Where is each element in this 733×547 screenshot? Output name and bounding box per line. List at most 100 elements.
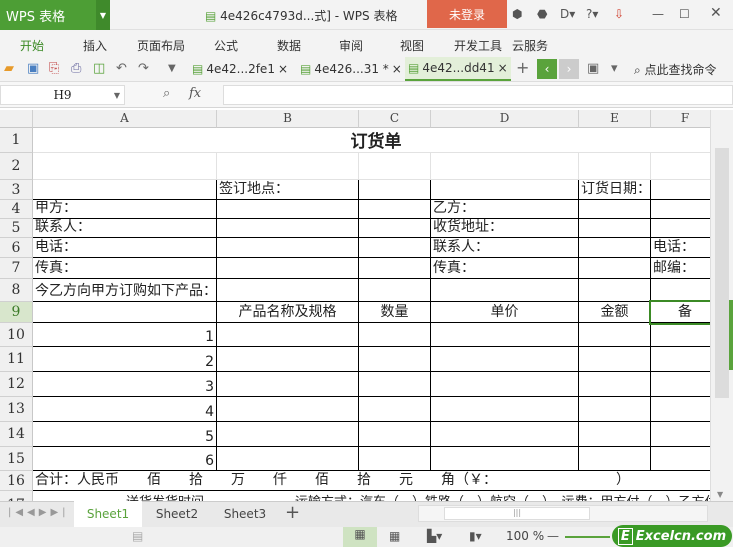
- cell[interactable]: 联系人：: [431, 238, 579, 258]
- print-icon[interactable]: ⎙: [71, 61, 81, 76]
- doc-tab-2[interactable]: ▤ 4e426...31 * ×: [297, 57, 405, 81]
- cell[interactable]: [217, 347, 359, 372]
- cell[interactable]: 3: [33, 372, 217, 397]
- tab-next-icon[interactable]: ›: [559, 59, 579, 79]
- cell[interactable]: 签订地点：: [217, 180, 359, 200]
- sheet-tab-1[interactable]: Sheet1: [74, 501, 142, 527]
- page-layout-icon[interactable]: ▙▾: [427, 529, 442, 543]
- page-break-view-icon[interactable]: ▦: [389, 529, 400, 543]
- add-sheet-icon[interactable]: +: [285, 502, 300, 523]
- cell[interactable]: [217, 258, 359, 279]
- wps-app-menu[interactable]: WPS 表格 ▼: [0, 0, 110, 30]
- cell[interactable]: [651, 279, 710, 302]
- title-cell[interactable]: 订货单: [33, 128, 710, 153]
- row-header-2[interactable]: 2: [0, 153, 33, 180]
- cell[interactable]: [579, 219, 651, 238]
- menu-0[interactable]: 开始: [20, 37, 44, 54]
- header-cell[interactable]: 产品名称及规格: [217, 302, 359, 323]
- cell[interactable]: [579, 372, 651, 397]
- sheet-tab-3[interactable]: Sheet3: [212, 501, 278, 527]
- cell[interactable]: [579, 323, 651, 347]
- formula-input[interactable]: [223, 85, 733, 105]
- sheet-tab-2[interactable]: Sheet2: [142, 501, 212, 527]
- cell[interactable]: [359, 153, 431, 180]
- cell[interactable]: 5: [33, 422, 217, 447]
- cell[interactable]: [359, 397, 431, 422]
- menu-8[interactable]: 云服务: [512, 37, 548, 54]
- present-icon[interactable]: ▣: [587, 61, 599, 76]
- redo-icon[interactable]: ↷: [138, 61, 149, 76]
- cell[interactable]: [359, 323, 431, 347]
- header-cell[interactable]: 数量: [359, 302, 431, 323]
- cell[interactable]: [431, 422, 579, 447]
- cell[interactable]: [579, 347, 651, 372]
- cell[interactable]: [431, 153, 579, 180]
- cell[interactable]: [579, 258, 651, 279]
- tab-prev-icon[interactable]: ‹: [537, 59, 557, 79]
- zoom-out-icon[interactable]: —: [547, 529, 559, 543]
- zoom-slider[interactable]: [565, 536, 610, 538]
- macro-icon[interactable]: ▤: [132, 529, 143, 543]
- total-cell[interactable]: 合计：人民币 佰 拾 万 仟 佰 拾 元 角（￥： ）: [33, 471, 710, 491]
- column-header-F[interactable]: F: [651, 110, 710, 128]
- row-header-1[interactable]: 1: [0, 128, 33, 153]
- cell[interactable]: [217, 153, 359, 180]
- menu-7[interactable]: 开发工具: [454, 37, 502, 54]
- cell[interactable]: [217, 397, 359, 422]
- minimize-icon[interactable]: —: [652, 7, 664, 21]
- tab-list-icon[interactable]: ▾: [611, 61, 618, 76]
- cell[interactable]: 4: [33, 397, 217, 422]
- export-pdf-icon[interactable]: ⎘: [49, 61, 59, 76]
- cell[interactable]: [579, 422, 651, 447]
- chevron-down-icon[interactable]: ▼: [96, 0, 110, 30]
- share-icon[interactable]: D▾: [560, 7, 575, 21]
- selected-cell-H9[interactable]: 备: [649, 300, 710, 325]
- menu-6[interactable]: 视图: [400, 37, 424, 54]
- cell[interactable]: [431, 397, 579, 422]
- header-cell[interactable]: 单价: [431, 302, 579, 323]
- column-header-E[interactable]: E: [579, 110, 651, 128]
- cell[interactable]: [579, 447, 651, 471]
- cell[interactable]: [217, 238, 359, 258]
- cell[interactable]: 订货日期：: [579, 180, 651, 200]
- row-header-14[interactable]: 14: [0, 422, 33, 447]
- normal-view-icon[interactable]: ▦: [343, 527, 377, 547]
- column-header-D[interactable]: D: [431, 110, 579, 128]
- cell[interactable]: [217, 447, 359, 471]
- cell[interactable]: 传真：: [33, 258, 217, 279]
- cell[interactable]: [359, 200, 431, 219]
- scroll-thumb[interactable]: |||: [444, 507, 590, 520]
- open-icon[interactable]: ▰: [4, 61, 14, 76]
- cell[interactable]: [359, 180, 431, 200]
- cell[interactable]: [431, 372, 579, 397]
- command-search[interactable]: ⌕ 点此查找命令: [634, 61, 717, 78]
- close-tab-icon[interactable]: ×: [392, 62, 402, 76]
- name-box[interactable]: H9 ▼: [0, 85, 125, 105]
- cell[interactable]: 2: [33, 347, 217, 372]
- select-all-corner[interactable]: [0, 110, 33, 128]
- help-icon[interactable]: ?▾: [586, 7, 598, 21]
- row-header-15[interactable]: 15: [0, 447, 33, 471]
- menu-5[interactable]: 审阅: [339, 37, 363, 54]
- cell[interactable]: [217, 279, 359, 302]
- spreadsheet-grid[interactable]: ABCDEF1234567891011121314151617订货单签订地点：订…: [0, 110, 710, 501]
- cell[interactable]: [651, 422, 710, 447]
- delivery-cell[interactable]: 送货发货时间 运输方式：汽车（ ）铁路（ ）航空（ ） 运费：甲方付（ ）乙方付…: [33, 491, 710, 501]
- eye-protection-icon[interactable]: ▮▾: [469, 529, 482, 543]
- column-header-B[interactable]: B: [217, 110, 359, 128]
- fx-icon[interactable]: fx: [189, 86, 201, 101]
- cell[interactable]: [579, 279, 651, 302]
- cell[interactable]: 传真：: [431, 258, 579, 279]
- cell[interactable]: [651, 323, 710, 347]
- more-dropdown-icon[interactable]: ▼: [168, 63, 176, 74]
- doc-tab-1[interactable]: ▤ 4e42...2fe1 ×: [189, 57, 291, 81]
- column-header-C[interactable]: C: [359, 110, 431, 128]
- row-header-5[interactable]: 5: [0, 219, 33, 238]
- cell[interactable]: [431, 347, 579, 372]
- cell[interactable]: [359, 238, 431, 258]
- row-header-12[interactable]: 12: [0, 372, 33, 397]
- cell[interactable]: [651, 180, 710, 200]
- cell[interactable]: [431, 279, 579, 302]
- cell[interactable]: [579, 397, 651, 422]
- cell[interactable]: 电话：: [651, 238, 710, 258]
